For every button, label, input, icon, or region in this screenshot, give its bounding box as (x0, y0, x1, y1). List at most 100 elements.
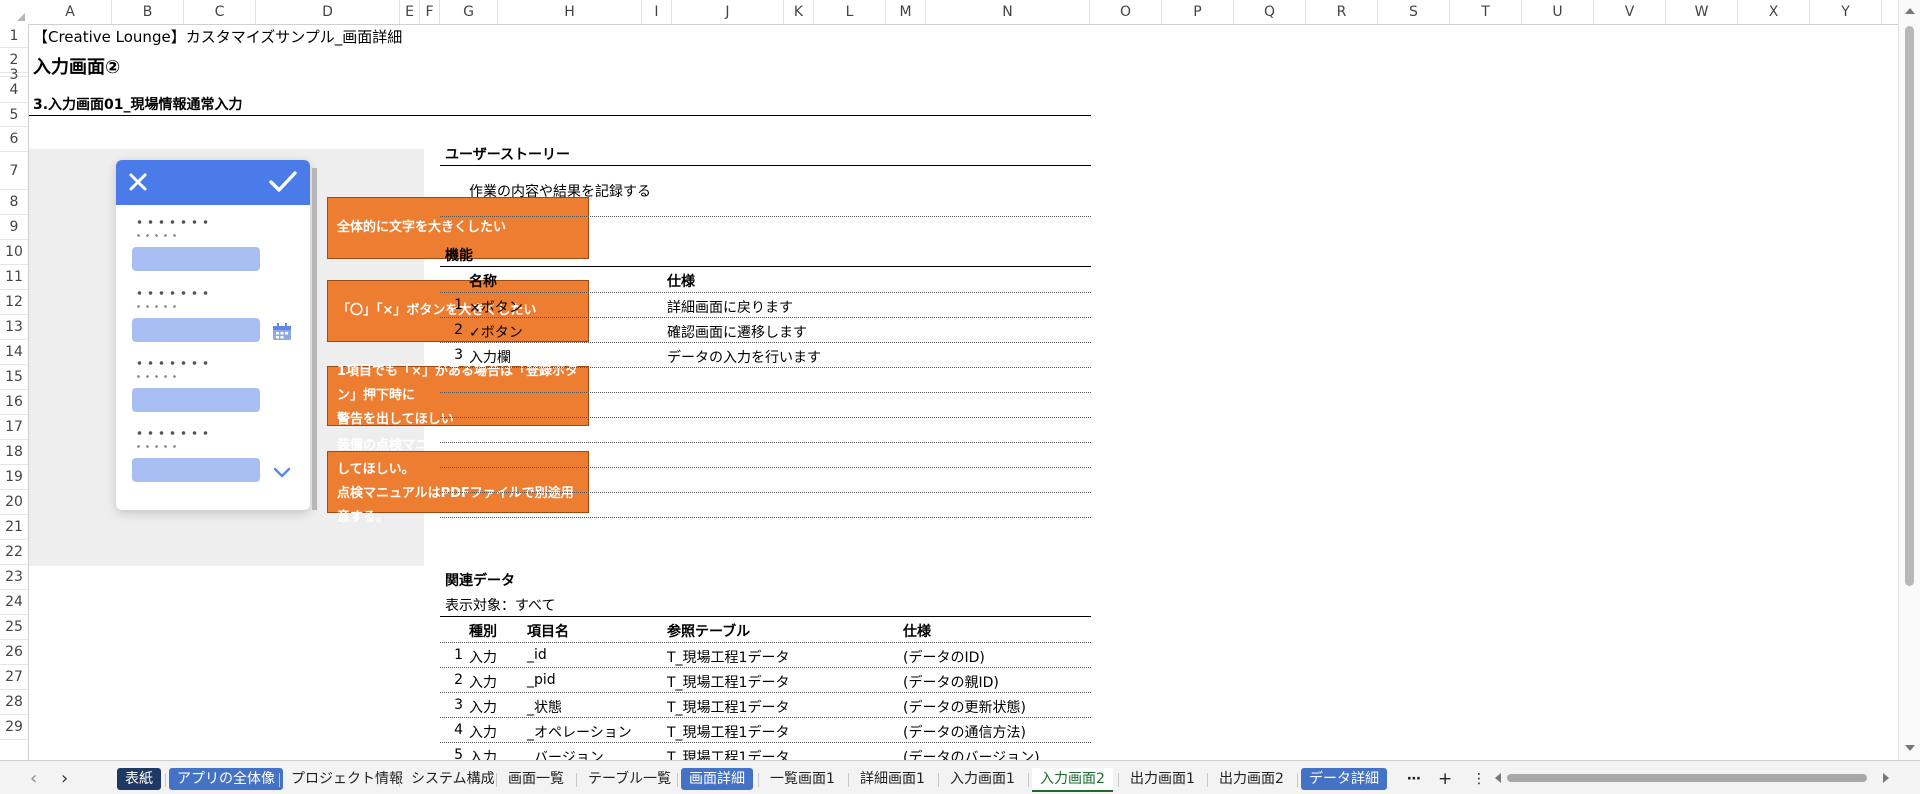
field-label-dots (134, 431, 210, 435)
row-header-cell[interactable]: 15 (0, 365, 28, 390)
related-spec: (データのID) (903, 650, 985, 666)
row-header-cell[interactable]: 18 (0, 440, 28, 465)
row-header-cell[interactable]: 7 (0, 152, 28, 190)
column-header-cell[interactable]: S (1378, 0, 1450, 24)
sheet-tab[interactable]: 出力画面2 (1211, 768, 1292, 790)
add-sheet-button[interactable]: + (1430, 768, 1460, 790)
tab-separator (677, 773, 678, 787)
vertical-scrollbar[interactable] (1898, 0, 1920, 760)
column-header-cell[interactable]: F (420, 0, 440, 24)
sheet-grid[interactable]: 【Creative Lounge】カスタマイズサンプル_画面詳細 入力画面② 3… (29, 25, 1898, 760)
tab-separator (1297, 773, 1298, 787)
sheet-tab[interactable]: データ詳細 (1301, 768, 1387, 790)
row-header-cell[interactable]: 13 (0, 315, 28, 340)
sheet-tab[interactable]: 出力画面1 (1122, 768, 1203, 790)
features-row-divider (440, 492, 1091, 493)
story-underline (440, 165, 1091, 166)
row-header-cell[interactable]: 17 (0, 415, 28, 440)
row-header-cell[interactable]: 9 (0, 215, 28, 240)
scroll-left-icon[interactable] (1495, 773, 1501, 783)
sheet-tab[interactable]: 詳細画面1 (852, 768, 933, 790)
column-header-cell[interactable]: A (29, 0, 112, 24)
row-header-cell[interactable]: 26 (0, 640, 28, 665)
row-header-cell[interactable]: 16 (0, 390, 28, 415)
column-header-cell[interactable]: O (1090, 0, 1162, 24)
column-header-cell[interactable]: X (1738, 0, 1810, 24)
column-header-cell[interactable]: G (440, 0, 498, 24)
select-all-corner[interactable] (0, 0, 28, 24)
sheet-tab[interactable]: 画面詳細 (681, 768, 753, 790)
row-header-cell[interactable]: 1 (0, 24, 28, 48)
vertical-scroll-thumb[interactable] (1905, 26, 1914, 586)
feature-spec: データの入力を行います (667, 350, 821, 366)
row-header-cell[interactable]: 5 (0, 103, 28, 127)
tab-scroll-next-icon[interactable]: › (53, 768, 76, 790)
scroll-up-icon[interactable] (1905, 8, 1915, 14)
tab-scroll-prev-icon[interactable]: ‹ (22, 768, 45, 790)
row-header-cell[interactable]: 10 (0, 240, 28, 265)
row-header-cell[interactable]: 27 (0, 665, 28, 690)
scroll-down-icon[interactable] (1905, 745, 1915, 751)
column-header-cell[interactable]: P (1162, 0, 1234, 24)
row-header-cell[interactable]: 21 (0, 515, 28, 540)
column-header-cell[interactable]: Q (1234, 0, 1306, 24)
sheet-options-icon[interactable]: ⋮ (1464, 768, 1494, 790)
horizontal-scrollbar[interactable] (1495, 770, 1890, 786)
sheet-tab[interactable]: 入力画面2 (1032, 768, 1113, 792)
related-row-divider (440, 742, 1091, 743)
features-row-divider (440, 417, 1091, 418)
column-header-cell[interactable]: E (400, 0, 420, 24)
sheet-tab[interactable]: 入力画面1 (942, 768, 1023, 790)
column-header-cell[interactable]: U (1522, 0, 1594, 24)
sheet-tab[interactable]: テーブル一覧 (580, 768, 679, 790)
row-header-cell[interactable]: 4 (0, 77, 28, 103)
tab-separator (938, 773, 939, 787)
row-header-cell[interactable]: 22 (0, 540, 28, 565)
column-header-cell[interactable]: T (1450, 0, 1522, 24)
sheet-tab[interactable]: 一覧画面1 (762, 768, 843, 790)
row-header-cell[interactable]: 19 (0, 465, 28, 490)
column-header-cell[interactable]: B (112, 0, 184, 24)
features-col-spec: 仕様 (667, 274, 695, 290)
row-header-cell[interactable]: 25 (0, 615, 28, 640)
row-header-cell[interactable]: 24 (0, 590, 28, 615)
check-icon (268, 168, 298, 196)
column-header-cell[interactable]: D (256, 0, 400, 24)
row-header-cell[interactable]: 11 (0, 265, 28, 290)
related-row-divider (440, 717, 1091, 718)
column-header-cell[interactable]: Y (1810, 0, 1882, 24)
tab-separator (496, 773, 497, 787)
more-sheets-icon[interactable]: ⋯ (1399, 768, 1429, 790)
row-header-cell[interactable]: 12 (0, 290, 28, 315)
column-header-cell[interactable]: C (184, 0, 256, 24)
column-header-cell[interactable]: L (814, 0, 886, 24)
horizontal-scroll-thumb[interactable] (1507, 774, 1867, 782)
sheet-tab[interactable]: 表紙 (117, 768, 161, 790)
column-header-cell[interactable]: J (672, 0, 784, 24)
row-header-cell[interactable]: 6 (0, 127, 28, 152)
column-header-cell[interactable]: N (926, 0, 1090, 24)
row-header-cell[interactable]: 29 (0, 715, 28, 740)
related-col-table: 参照テーブル (667, 624, 751, 640)
sheet-tab[interactable]: システム構成 (403, 768, 503, 790)
column-header-cell[interactable]: W (1666, 0, 1738, 24)
column-header-cell[interactable]: M (886, 0, 926, 24)
sheet-tab[interactable]: 画面一覧 (500, 768, 572, 790)
sheet-tab[interactable]: アプリの全体像 (169, 768, 283, 790)
field-label-dots (134, 291, 210, 295)
row-header-cell[interactable]: 8 (0, 190, 28, 215)
field-sublabel-dots (134, 375, 182, 378)
feature-no: 2 (454, 322, 463, 338)
row-header-cell[interactable]: 20 (0, 490, 28, 515)
row-header-cell[interactable]: 23 (0, 565, 28, 590)
scroll-right-icon[interactable] (1883, 773, 1889, 783)
column-header-cell[interactable]: H (498, 0, 642, 24)
column-header-cell[interactable]: R (1306, 0, 1378, 24)
row-header-cell[interactable]: 14 (0, 340, 28, 365)
column-header-cell[interactable]: V (1594, 0, 1666, 24)
row-header-cell[interactable]: 28 (0, 690, 28, 715)
column-header-cell[interactable]: I (642, 0, 672, 24)
column-header-cell[interactable]: K (784, 0, 814, 24)
sheet-tab[interactable]: プロジェクト情報 (283, 768, 411, 790)
related-spec: (データの通信方法) (903, 725, 1026, 741)
